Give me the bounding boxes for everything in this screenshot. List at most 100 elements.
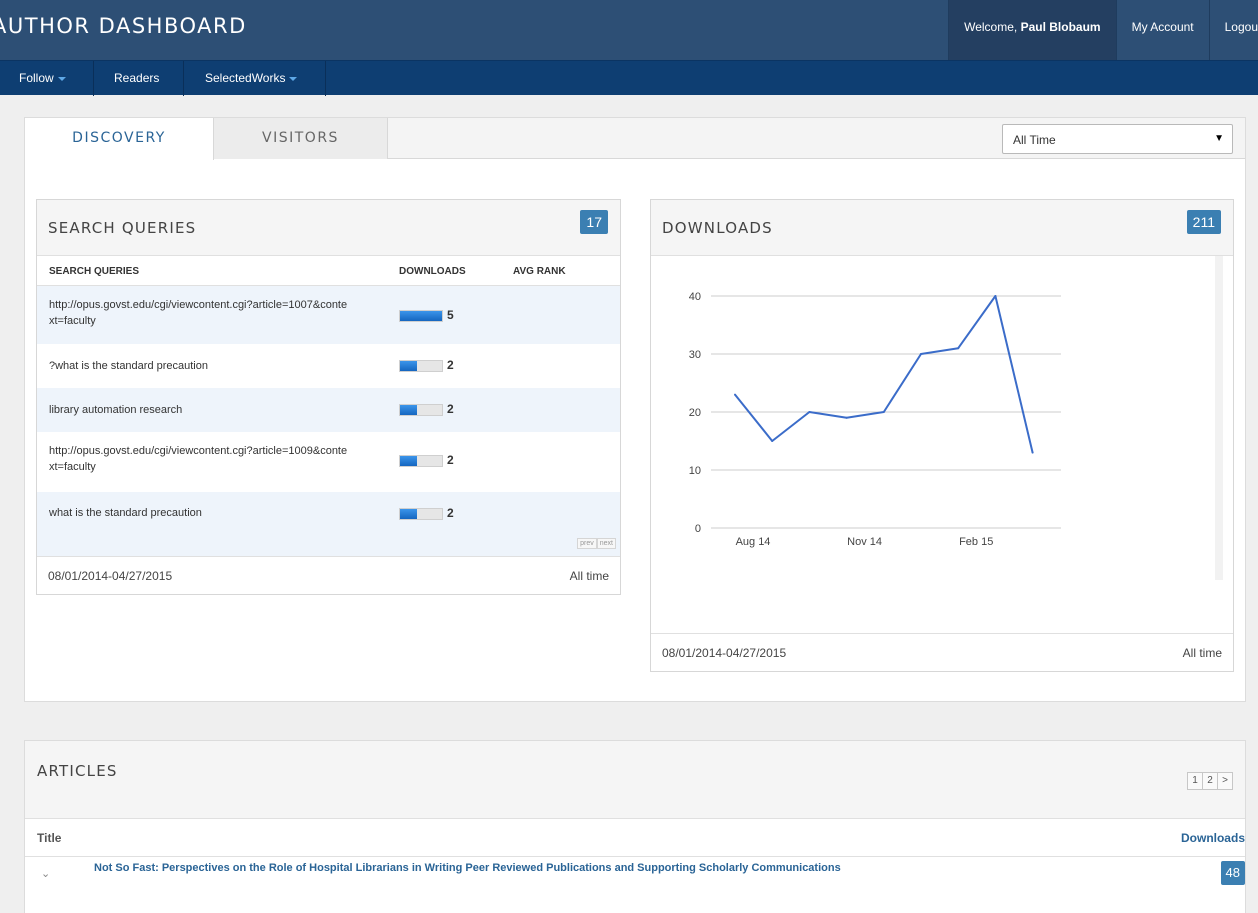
- articles-pager: 1 2 >: [1187, 772, 1233, 790]
- time-range-value: All Time: [1013, 133, 1056, 147]
- download-bar: [399, 360, 443, 372]
- download-count: 5: [447, 308, 454, 322]
- page-1-button[interactable]: 1: [1187, 772, 1203, 790]
- data-point: [808, 411, 811, 413]
- article-row: ⌄ Not So Fast: Perspectives on the Role …: [25, 857, 1245, 913]
- logout-link[interactable]: Logou: [1208, 0, 1258, 60]
- nav-follow[interactable]: Follow: [19, 61, 66, 96]
- table-row: http://opus.govst.edu/cgi/viewcontent.cg…: [37, 432, 620, 492]
- table-row: what is the standard precaution 2 prev n…: [37, 492, 620, 556]
- welcome-user[interactable]: Welcome, Paul Blobaum: [948, 0, 1116, 60]
- discovery-panel: DISCOVERY VISITORS All Time ▼ SEARCH QUE…: [24, 117, 1246, 702]
- download-count: 2: [447, 358, 454, 372]
- data-point: [771, 440, 774, 442]
- col-title[interactable]: Title: [37, 831, 61, 845]
- data-point: [1031, 451, 1034, 454]
- download-bar-fill: [400, 311, 442, 321]
- dropdown-arrow-icon: ▼: [1214, 133, 1224, 144]
- download-bar: [399, 404, 443, 416]
- downloads-card: DOWNLOADS 211 0 10 20 30 40 Aug 14 Nov 14 Feb 1…: [650, 199, 1234, 672]
- query-pager: prev next: [577, 538, 616, 549]
- search-queries-title: SEARCH QUERIES: [48, 219, 197, 237]
- data-point: [994, 295, 997, 297]
- y-tick-label: 0: [695, 523, 701, 535]
- downloads-series-line: [734, 295, 1034, 453]
- articles-column-header: Title Downloads: [25, 819, 1245, 857]
- nav-divider: [93, 61, 94, 96]
- article-title-link[interactable]: Not So Fast: Perspectives on the Role of…: [94, 856, 874, 880]
- nav-selectedworks[interactable]: SelectedWorks: [205, 61, 298, 96]
- nav-readers[interactable]: Readers: [114, 61, 159, 96]
- col-downloads[interactable]: Downloads: [1181, 831, 1245, 845]
- data-point: [845, 416, 848, 419]
- tab-strip: DISCOVERY VISITORS All Time ▼: [25, 118, 1245, 160]
- query-text: http://opus.govst.edu/cgi/viewcontent.cg…: [49, 445, 348, 473]
- x-tick-label: Aug 14: [736, 536, 771, 548]
- articles-title: ARTICLES: [37, 762, 118, 780]
- search-queries-header: SEARCH QUERIES 17: [37, 200, 620, 256]
- tab-discovery[interactable]: DISCOVERY: [25, 118, 214, 160]
- period-label: All time: [569, 569, 609, 583]
- page-2-button[interactable]: 2: [1202, 772, 1218, 790]
- x-tick-label: Nov 14: [847, 536, 882, 548]
- download-count: 2: [447, 402, 454, 416]
- download-count: 2: [447, 506, 454, 520]
- chevron-down-icon[interactable]: ⌄: [41, 867, 50, 880]
- y-tick-label: 40: [689, 291, 701, 303]
- nav-bar: Follow Readers SelectedWorks: [0, 60, 1258, 96]
- y-tick-label: 20: [689, 407, 701, 419]
- period-label: All time: [1182, 646, 1222, 660]
- downloads-header: DOWNLOADS 211: [651, 200, 1233, 256]
- article-downloads-badge: 48: [1220, 861, 1245, 885]
- search-queries-count: 17: [580, 210, 608, 234]
- query-text: what is the standard precaution: [49, 507, 202, 519]
- downloads-footer: 08/01/2014-04/27/2015 All time: [651, 633, 1233, 671]
- downloads-line-chart: 0 10 20 30 40 Aug 14 Nov 14 Feb 15: [689, 291, 1061, 548]
- col-avg-rank[interactable]: AVG RANK: [513, 266, 566, 277]
- articles-header: ARTICLES 1 2 >: [25, 741, 1245, 819]
- top-right-links: Welcome, Paul Blobaum My Account Logou: [948, 0, 1258, 60]
- date-range: 08/01/2014-04/27/2015: [662, 646, 787, 660]
- chart-scroll-gutter: [1215, 256, 1223, 580]
- search-queries-footer: 08/01/2014-04/27/2015 All time: [37, 556, 620, 594]
- download-bar: [399, 508, 443, 520]
- downloads-chart-area: 0 10 20 30 40 Aug 14 Nov 14 Feb 15: [651, 256, 1215, 580]
- user-name: Paul Blobaum: [1020, 20, 1101, 34]
- articles-panel: ARTICLES 1 2 > Title Downloads ⌄ Not So …: [24, 740, 1246, 913]
- query-text: ?what is the standard precaution: [49, 360, 208, 372]
- download-count: 2: [447, 453, 454, 467]
- query-text: library automation research: [49, 404, 183, 416]
- table-row: library automation research 2: [37, 388, 620, 432]
- col-search-queries[interactable]: SEARCH QUERIES: [49, 266, 139, 277]
- downloads-count: 211: [1186, 210, 1221, 234]
- next-page-button[interactable]: >: [1217, 772, 1233, 790]
- y-tick-label: 30: [689, 349, 701, 361]
- x-tick-label: Feb 15: [959, 536, 993, 548]
- time-range-select[interactable]: All Time ▼: [1002, 124, 1233, 154]
- download-bar: [399, 310, 443, 322]
- search-queries-card: SEARCH QUERIES 17 SEARCH QUERIES DOWNLOA…: [36, 199, 621, 595]
- nav-divider: [325, 61, 326, 96]
- nav-divider: [183, 61, 184, 96]
- next-button[interactable]: next: [596, 538, 616, 549]
- date-range: 08/01/2014-04/27/2015: [48, 569, 173, 583]
- download-bar: [399, 455, 443, 467]
- download-bar-fill: [400, 405, 417, 415]
- tab-visitors[interactable]: VISITORS: [214, 118, 388, 159]
- data-point: [920, 353, 922, 355]
- downloads-title: DOWNLOADS: [662, 219, 773, 237]
- query-text: http://opus.govst.edu/cgi/viewcontent.cg…: [49, 299, 348, 327]
- col-downloads[interactable]: DOWNLOADS: [399, 266, 466, 277]
- data-point: [957, 347, 960, 350]
- download-bar-fill: [400, 361, 417, 371]
- prev-button[interactable]: prev: [577, 538, 597, 549]
- caret-down-icon: [57, 76, 66, 81]
- table-row: http://opus.govst.edu/cgi/viewcontent.cg…: [37, 286, 620, 344]
- my-account-link[interactable]: My Account: [1115, 0, 1209, 60]
- table-header: SEARCH QUERIES DOWNLOADS AVG RANK: [37, 256, 620, 286]
- app-title: AUTHOR DASHBOARD: [0, 14, 247, 38]
- data-point: [734, 393, 736, 396]
- top-header: AUTHOR DASHBOARD Welcome, Paul Blobaum M…: [0, 0, 1258, 60]
- data-point: [882, 411, 885, 413]
- y-tick-label: 10: [689, 465, 701, 477]
